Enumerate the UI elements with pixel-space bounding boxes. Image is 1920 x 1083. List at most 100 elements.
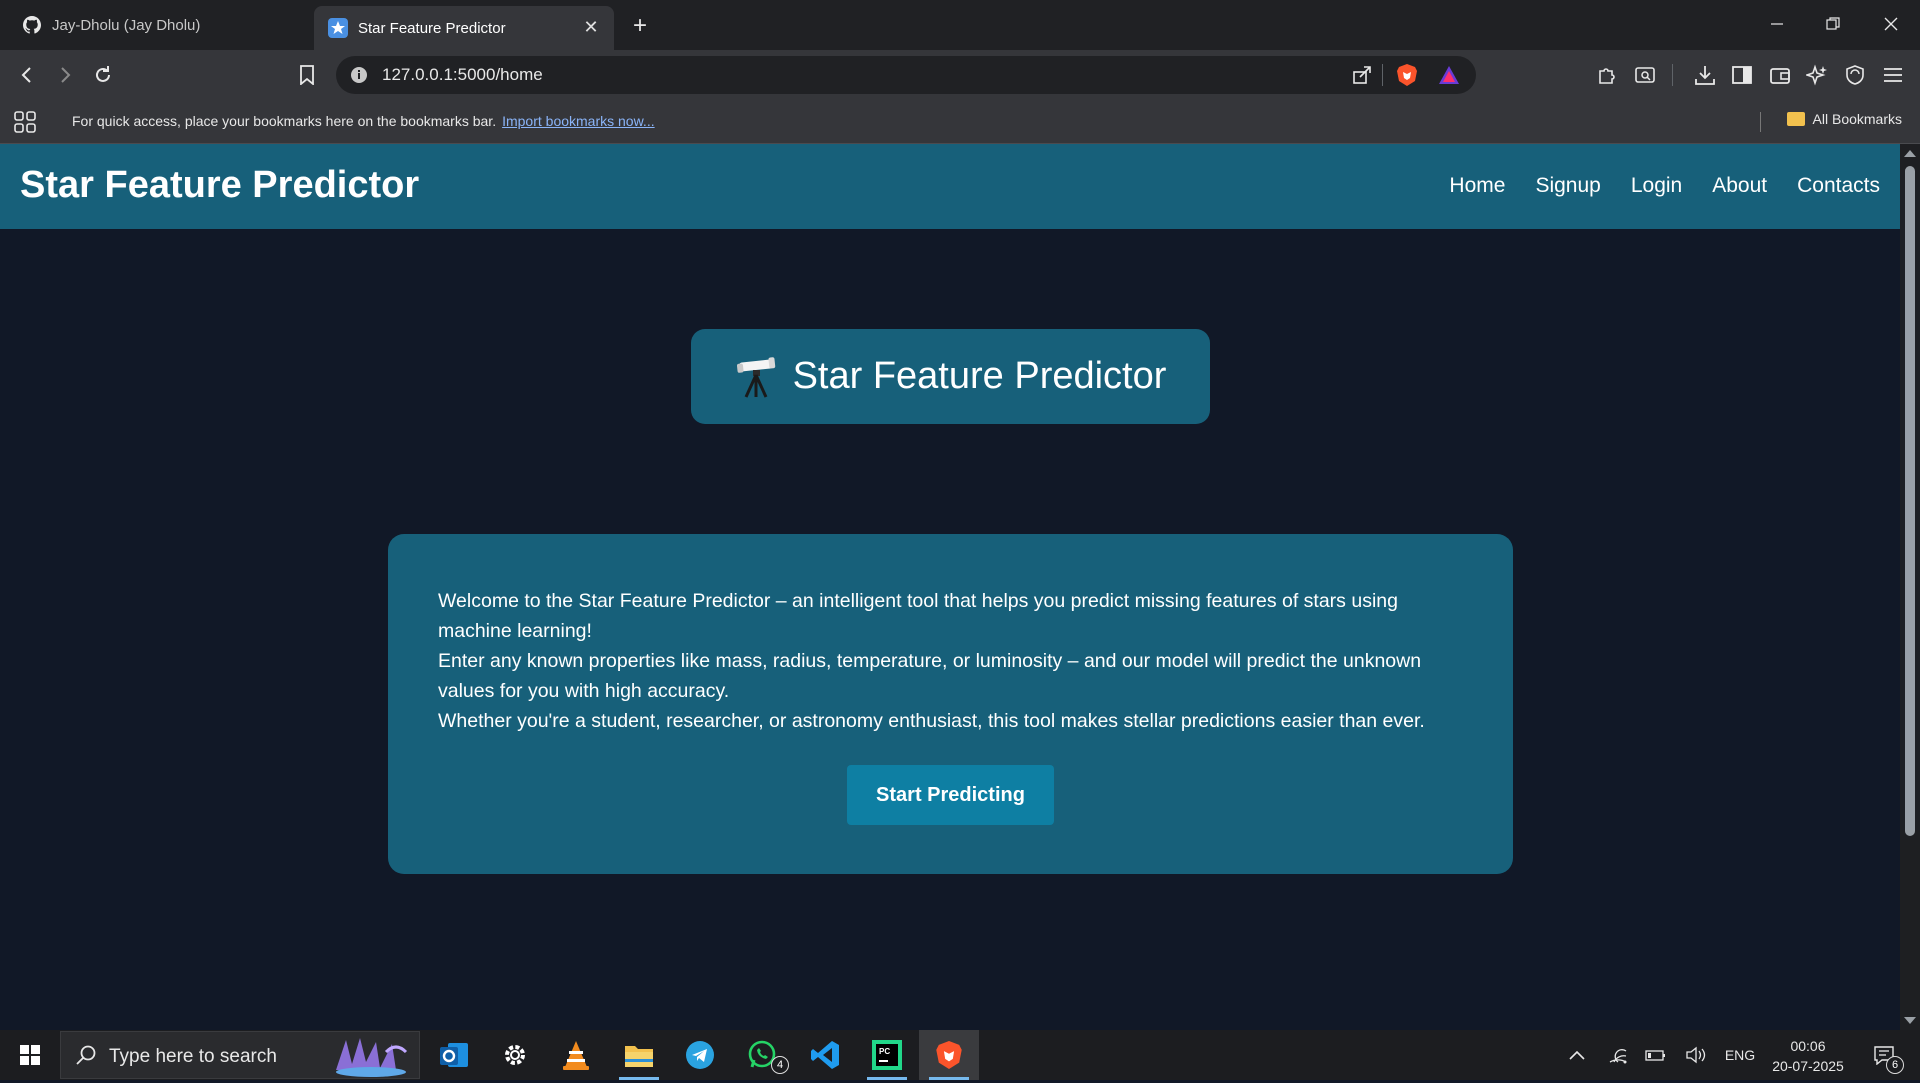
search-highlight-image (326, 1034, 416, 1078)
taskbar-outlook[interactable] (424, 1030, 484, 1080)
vpn-shield-icon[interactable] (1842, 62, 1868, 88)
all-bookmarks-button[interactable]: All Bookmarks (1786, 111, 1902, 127)
sidebar-icon[interactable] (1729, 62, 1755, 88)
hero-title-box: Star Feature Predictor (691, 329, 1210, 424)
github-icon (22, 15, 42, 35)
taskbar-brave[interactable] (919, 1030, 979, 1080)
brave-shields-icon[interactable] (1396, 63, 1418, 92)
tab-title: Jay-Dholu (Jay Dholu) (52, 16, 201, 34)
site-info-icon[interactable] (350, 66, 368, 89)
brave-browser-icon (936, 1041, 962, 1069)
bookmarks-message: For quick access, place your bookmarks h… (72, 113, 655, 129)
language-indicator[interactable]: ENG (1720, 1030, 1760, 1080)
taskbar-clock[interactable]: 00:06 20-07-2025 (1768, 1036, 1848, 1076)
volume-icon[interactable] (1682, 1030, 1710, 1080)
intro-paragraph: Enter any known properties like mass, ra… (438, 650, 1422, 702)
svg-text:PC: PC (879, 1047, 890, 1056)
windows-start-button[interactable] (0, 1030, 60, 1080)
search-placeholder: Type here to search (109, 1046, 277, 1067)
vscode-icon (811, 1041, 839, 1069)
scroll-down-icon[interactable] (1904, 1017, 1916, 1024)
show-hidden-icons-chevron-icon[interactable] (1564, 1030, 1590, 1080)
bookmark-icon[interactable] (292, 60, 322, 90)
brave-rewards-icon[interactable] (1438, 64, 1460, 91)
star-icon (328, 18, 348, 38)
vlc-icon (563, 1041, 589, 1070)
tab-github[interactable]: Jay-Dholu (Jay Dholu) (8, 6, 308, 44)
folder-icon (1786, 112, 1805, 126)
taskbar-file-explorer[interactable] (609, 1030, 669, 1080)
windows-taskbar: Type here to search 4 PC ENG 00:06 20-07… (0, 1030, 1920, 1080)
reload-icon[interactable] (88, 60, 118, 90)
intro-paragraph: Welcome to the Star Feature Predictor – … (438, 590, 1398, 642)
url-text[interactable]: 127.0.0.1:5000/home (382, 65, 543, 85)
close-tab-icon[interactable]: ✕ (580, 16, 602, 38)
site-header: Star Feature Predictor Home Signup Login… (0, 144, 1900, 229)
telegram-icon (686, 1041, 714, 1069)
close-window-icon[interactable] (1871, 10, 1911, 38)
apps-grid-icon[interactable] (14, 111, 36, 138)
minimize-icon[interactable] (1757, 10, 1797, 38)
nav-login[interactable]: Login (1631, 174, 1682, 198)
menu-icon[interactable] (1880, 62, 1906, 88)
page-viewport: Star Feature Predictor Home Signup Login… (0, 144, 1900, 1030)
whatsapp-badge: 4 (771, 1056, 789, 1074)
bookmarks-message-text: For quick access, place your bookmarks h… (72, 113, 497, 129)
taskbar-settings[interactable] (485, 1030, 545, 1080)
toolbar-divider (1672, 64, 1673, 86)
intro-card: Welcome to the Star Feature Predictor – … (388, 534, 1513, 874)
taskbar-pycharm[interactable]: PC (857, 1030, 917, 1080)
restore-icon[interactable] (1813, 10, 1853, 38)
browser-tab-bar: Jay-Dholu (Jay Dholu) Star Feature Predi… (0, 0, 1920, 50)
all-bookmarks-label: All Bookmarks (1812, 111, 1902, 127)
new-tab-button[interactable]: + (626, 12, 654, 40)
taskbar-search-box[interactable]: Type here to search (60, 1031, 420, 1079)
taskbar-vscode[interactable] (795, 1030, 855, 1080)
start-predicting-button[interactable]: Start Predicting (847, 765, 1054, 825)
telescope-icon (735, 355, 779, 399)
extensions-icon[interactable] (1594, 62, 1620, 88)
tab-star-feature-predictor[interactable]: Star Feature Predictor ✕ (314, 6, 614, 50)
clock-date: 20-07-2025 (1772, 1058, 1844, 1074)
notifications-badge: 6 (1886, 1056, 1904, 1074)
scrollbar-thumb[interactable] (1905, 166, 1915, 836)
page-scrollbar[interactable] (1900, 144, 1920, 1030)
outlook-icon (440, 1043, 468, 1067)
intro-paragraph: Whether you're a student, researcher, or… (438, 710, 1425, 732)
nav-contacts[interactable]: Contacts (1797, 174, 1880, 198)
windows-logo-icon (20, 1045, 40, 1065)
clock-time: 00:06 (1790, 1038, 1826, 1054)
nav-signup[interactable]: Signup (1535, 174, 1600, 198)
page-search-icon[interactable] (1632, 62, 1658, 88)
bookmarks-bar: For quick access, place your bookmarks h… (0, 100, 1920, 144)
omnibox-divider (1382, 64, 1383, 86)
settings-gear-icon (505, 1045, 525, 1065)
forward-icon[interactable] (50, 60, 80, 90)
intro-text: Welcome to the Star Feature Predictor – … (438, 586, 1468, 736)
leo-ai-icon[interactable] (1804, 62, 1830, 88)
share-icon[interactable] (1352, 65, 1372, 90)
battery-icon[interactable] (1642, 1030, 1670, 1080)
nav-about[interactable]: About (1712, 174, 1767, 198)
search-icon (75, 1044, 97, 1071)
wifi-icon[interactable] (1604, 1030, 1632, 1080)
bookmarks-divider (1760, 112, 1761, 132)
taskbar-whatsapp[interactable]: 4 (733, 1030, 793, 1080)
site-nav: Home Signup Login About Contacts (1449, 174, 1880, 198)
taskbar-vlc[interactable] (546, 1030, 606, 1080)
nav-home[interactable]: Home (1449, 174, 1505, 198)
back-icon[interactable] (12, 60, 42, 90)
scroll-up-icon[interactable] (1904, 150, 1916, 157)
import-bookmarks-link[interactable]: Import bookmarks now... (502, 113, 655, 129)
site-brand[interactable]: Star Feature Predictor (20, 164, 419, 207)
folder-explorer-icon (625, 1046, 653, 1067)
hero-title: Star Feature Predictor (792, 355, 1167, 397)
pycharm-icon: PC (872, 1040, 902, 1070)
taskbar-telegram[interactable] (670, 1030, 730, 1080)
wallet-icon[interactable] (1767, 62, 1793, 88)
notifications-icon[interactable]: 6 (1864, 1030, 1904, 1080)
browser-toolbar: 127.0.0.1:5000/home (0, 50, 1920, 100)
download-icon[interactable] (1692, 62, 1718, 88)
tab-title: Star Feature Predictor (358, 19, 506, 37)
address-bar[interactable]: 127.0.0.1:5000/home (336, 56, 1476, 94)
